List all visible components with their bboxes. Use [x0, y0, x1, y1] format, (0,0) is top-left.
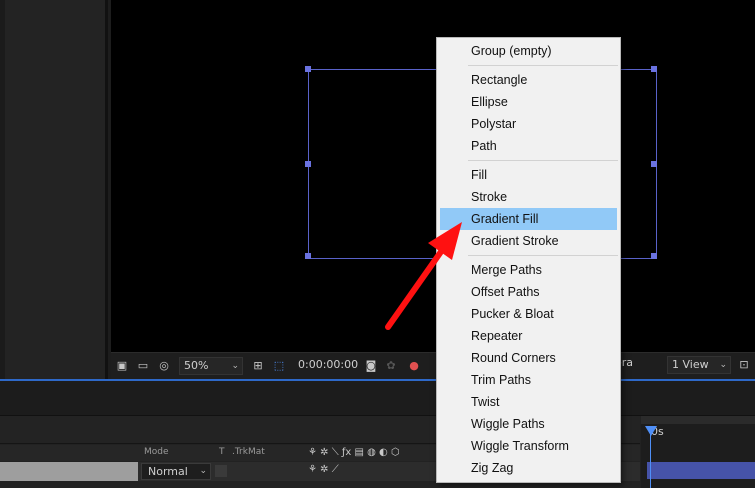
camera-icon[interactable]: ◙	[364, 360, 378, 372]
shape-add-context-menu: Group (empty) Rectangle Ellipse Polystar Pat…	[436, 37, 621, 483]
grid-guides-icon[interactable]: ⊞	[251, 360, 265, 372]
mask-visibility-icon[interactable]: ◎	[157, 360, 171, 372]
menu-item-zig-zag[interactable]: Zig Zag	[440, 457, 617, 479]
menu-item-fill[interactable]: Fill	[440, 164, 617, 186]
menu-item-wiggle-transform[interactable]: Wiggle Transform	[440, 435, 617, 457]
menu-item-ellipse[interactable]: Ellipse	[440, 91, 617, 113]
menu-item-repeater[interactable]: Repeater	[440, 325, 617, 347]
menu-item-rectangle[interactable]: Rectangle	[440, 69, 617, 91]
menu-item-path[interactable]: Path	[440, 135, 617, 157]
timeline-tab-strip	[0, 381, 755, 416]
shy-switch-icon[interactable]: ⚘ ✲ ⟋	[308, 464, 339, 475]
menu-separator	[468, 160, 618, 161]
menu-separator	[468, 255, 618, 256]
left-panel	[0, 0, 108, 380]
work-area-bar[interactable]	[641, 416, 755, 424]
region-of-interest-icon[interactable]: ⬚	[272, 360, 286, 372]
menu-item-offset-paths[interactable]: Offset Paths	[440, 281, 617, 303]
transform-handle[interactable]	[651, 253, 657, 259]
menu-item-polystar[interactable]: Polystar	[440, 113, 617, 135]
menu-item-gradient-fill[interactable]: Gradient Fill	[440, 208, 617, 230]
track-matte-toggle[interactable]	[215, 465, 227, 477]
menu-item-stroke[interactable]: Stroke	[440, 186, 617, 208]
playhead-line[interactable]	[650, 430, 651, 488]
transform-handle[interactable]	[305, 253, 311, 259]
menu-item-gradient-stroke[interactable]: Gradient Stroke	[440, 230, 617, 252]
trkmat-column-label: .TrkMat	[232, 447, 265, 457]
layer-duration-bar[interactable]	[647, 462, 755, 479]
t-column-label: T	[219, 447, 225, 457]
view-layout-value: 1 View	[672, 358, 709, 371]
chevron-down-icon: ⌄	[719, 360, 727, 370]
menu-item-round-corners[interactable]: Round Corners	[440, 347, 617, 369]
chevron-down-icon: ⌄	[231, 361, 239, 371]
transform-handle[interactable]	[305, 66, 311, 72]
mode-column-label: Mode	[144, 447, 169, 457]
left-panel-edge	[0, 0, 5, 380]
chevron-down-icon: ⌄	[199, 466, 207, 476]
layer-name-cell[interactable]	[0, 462, 138, 481]
layer-switch-icons: ⚘ ✲ ⟍ ƒx ▤ ◍ ◐ ⬡	[308, 447, 400, 458]
layer-mode-value: Normal	[148, 465, 188, 478]
viewer-toolbar: ▣ ▭ ◎ 50% ⌄ ⊞ ⬚ 0:00:00:00 ◙ ✿ ●	[111, 352, 755, 380]
panel-splitter[interactable]	[105, 0, 108, 380]
transform-handle[interactable]	[651, 161, 657, 167]
channel-icon[interactable]: ●	[407, 360, 421, 372]
menu-item-wiggle-paths[interactable]: Wiggle Paths	[440, 413, 617, 435]
view-layout-select[interactable]: 1 View ⌄	[667, 356, 731, 374]
menu-item-twist[interactable]: Twist	[440, 391, 617, 413]
toggle-pixel-icon[interactable]: ⊡	[737, 359, 751, 371]
menu-item-pucker-bloat[interactable]: Pucker & Bloat	[440, 303, 617, 325]
menu-item-group-empty[interactable]: Group (empty)	[440, 40, 617, 62]
menu-item-merge-paths[interactable]: Merge Paths	[440, 259, 617, 281]
layer-mode-select[interactable]: Normal ⌄	[141, 463, 211, 480]
monitor-icon[interactable]: ▭	[136, 360, 150, 372]
menu-separator	[468, 65, 618, 66]
always-preview-icon[interactable]: ▣	[115, 360, 129, 372]
menu-item-trim-paths[interactable]: Trim Paths	[440, 369, 617, 391]
transform-handle[interactable]	[651, 66, 657, 72]
transform-handle[interactable]	[305, 161, 311, 167]
magnification-select[interactable]: 50% ⌄	[179, 357, 243, 375]
magnification-value: 50%	[184, 359, 209, 372]
current-time-display[interactable]: 0:00:00:00	[294, 357, 358, 375]
timecode: 0:00:00:00	[298, 358, 359, 371]
show-snapshot-icon[interactable]: ✿	[384, 360, 398, 372]
playhead-icon[interactable]	[645, 426, 657, 436]
